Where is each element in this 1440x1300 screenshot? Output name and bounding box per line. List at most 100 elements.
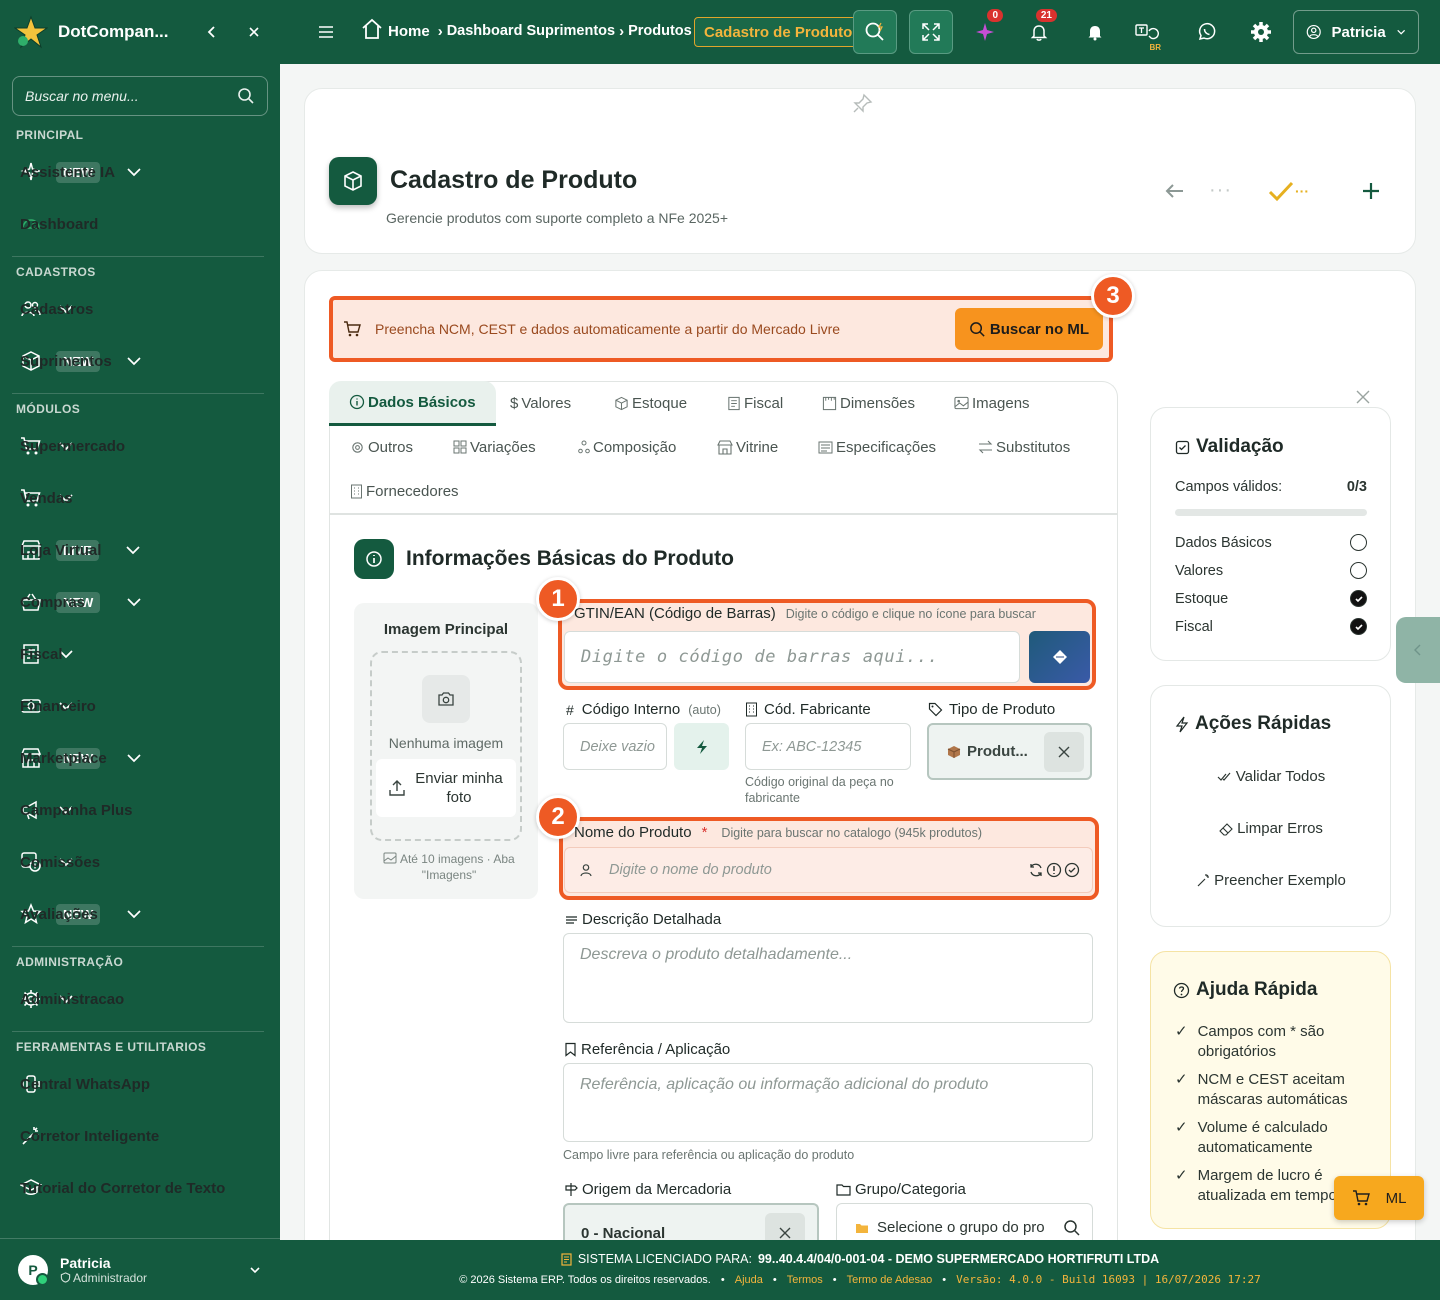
validate-all-button[interactable]: Validar Todos bbox=[1151, 768, 1391, 785]
sidebar-item-compras[interactable]: Compras NEW bbox=[0, 582, 280, 622]
gtin-input[interactable]: Digite o código de barras aqui... bbox=[564, 631, 1020, 683]
global-search-button[interactable] bbox=[853, 10, 897, 54]
side-drawer-toggle[interactable] bbox=[1396, 617, 1440, 683]
breadcrumb-produtos[interactable]: Produtos bbox=[628, 23, 692, 39]
sidebar-item-supermercado[interactable]: Supermercado bbox=[0, 426, 280, 466]
sidebar-item-suprimentos[interactable]: Suprimentos NEW bbox=[0, 341, 280, 381]
adhesion-terms-link[interactable]: Termo de Adesao bbox=[847, 1274, 933, 1286]
refresh-icon[interactable] bbox=[1028, 862, 1044, 878]
nome-input[interactable]: Digite o nome do produto bbox=[564, 847, 1093, 893]
sidebar-item-central-whatsapp[interactable]: Central WhatsApp bbox=[0, 1064, 280, 1104]
close-icon[interactable] bbox=[242, 20, 266, 44]
tab-imagens[interactable]: Imagens bbox=[954, 381, 1030, 425]
tab-substitutos[interactable]: Substitutos bbox=[978, 425, 1070, 469]
receipt-icon bbox=[561, 1252, 572, 1266]
terms-link[interactable]: Termos bbox=[787, 1274, 823, 1286]
origem-value: 0 - Nacional bbox=[581, 1225, 666, 1240]
footer-links: © 2026 Sistema ERP. Todos os direitos re… bbox=[459, 1273, 1261, 1286]
notifications-button[interactable]: 21 bbox=[1023, 9, 1057, 48]
fullscreen-button[interactable] bbox=[909, 10, 953, 54]
divider bbox=[12, 946, 264, 947]
tab-especificacoes[interactable]: Especificações bbox=[818, 425, 936, 469]
sidebar-item-tutorial-do-corretor-de-texto[interactable]: Tutorial do Corretor de Texto bbox=[0, 1168, 280, 1208]
pin-icon[interactable] bbox=[851, 93, 873, 115]
bolt-icon bbox=[696, 739, 707, 754]
tab-outros[interactable]: Outros bbox=[350, 425, 413, 469]
quick-help-title: Ajuda Rápida bbox=[1173, 979, 1317, 1001]
referencia-textarea[interactable]: Referência, aplicação ou informação adic… bbox=[563, 1063, 1093, 1142]
divider bbox=[12, 393, 264, 394]
ml-floating-button[interactable]: ML bbox=[1334, 1176, 1424, 1220]
sidebar-item-avalia-es[interactable]: Avaliações NEW bbox=[0, 894, 280, 934]
sidebar-user[interactable]: P Patricia Administrador bbox=[0, 1238, 280, 1300]
close-panel-icon[interactable] bbox=[1356, 390, 1370, 404]
add-new-button[interactable] bbox=[1359, 179, 1383, 203]
tab-dimensoes[interactable]: Dimensões bbox=[822, 381, 915, 425]
sidebar-item-campanha-plus[interactable]: Campanha Plus bbox=[0, 790, 280, 830]
tab-label: Composição bbox=[593, 438, 677, 456]
tab-valores[interactable]: $ Valores bbox=[510, 381, 571, 425]
collapse-sidebar-icon[interactable] bbox=[200, 20, 224, 44]
sidebar-item-comiss-es[interactable]: Comissões bbox=[0, 842, 280, 882]
grupo-select[interactable]: Selecione o grupo do produto bbox=[836, 1203, 1093, 1240]
fill-example-button[interactable]: Preencher Exemplo bbox=[1151, 872, 1391, 889]
codigo-interno-input[interactable]: Deixe vazio bbox=[563, 723, 667, 770]
tab-variacoes[interactable]: Variações bbox=[453, 425, 536, 469]
sidebar-item-corretor-inteligente[interactable]: Corretor Inteligente bbox=[0, 1116, 280, 1156]
tab-label: Dimensões bbox=[840, 394, 916, 412]
tipo-produto-select[interactable]: Produt... bbox=[927, 723, 1092, 780]
tab-fiscal[interactable]: Fiscal bbox=[727, 381, 783, 425]
menu-icon[interactable] bbox=[316, 22, 336, 42]
ai-count-badge: 0 bbox=[987, 9, 1003, 22]
clear-errors-button[interactable]: Limpar Erros bbox=[1151, 820, 1391, 837]
generate-code-button[interactable] bbox=[674, 723, 729, 770]
user-menu-button[interactable]: Patricia bbox=[1293, 10, 1419, 54]
divider bbox=[1117, 515, 1118, 1300]
sidebar-item-financeiro[interactable]: Financeiro bbox=[0, 686, 280, 726]
search-ml-button[interactable]: Buscar no ML bbox=[955, 308, 1103, 350]
back-icon[interactable] bbox=[1163, 179, 1187, 203]
cod-fabricante-input[interactable]: Ex: ABC-12345 bbox=[745, 723, 911, 770]
product-box-icon bbox=[329, 157, 377, 205]
upload-photo-button[interactable]: Enviar minha foto bbox=[376, 759, 516, 817]
sidebar-item-dashboard[interactable]: Dashboard bbox=[0, 204, 280, 244]
sidebar-item-assistente-ia[interactable]: Assistente IA NEW bbox=[0, 152, 280, 192]
image-hint: Até 10 imagens · Aba "Imagens" bbox=[364, 851, 534, 883]
search-icon[interactable] bbox=[1063, 1219, 1081, 1237]
swap-icon bbox=[978, 440, 993, 454]
language-button[interactable]: BR bbox=[1131, 16, 1163, 52]
barcode-search-button[interactable] bbox=[1029, 631, 1090, 683]
breadcrumb-dashboard[interactable]: Dashboard Suprimentos bbox=[447, 23, 615, 39]
sidebar-search-input[interactable]: Buscar no menu... bbox=[12, 76, 268, 116]
camera-icon bbox=[422, 675, 470, 723]
origem-select[interactable]: 0 - Nacional bbox=[563, 1203, 819, 1240]
tab-fornecedores[interactable]: Fornecedores bbox=[350, 469, 459, 513]
chevron-down-icon[interactable] bbox=[248, 1263, 262, 1277]
save-button[interactable]: ··· bbox=[1267, 179, 1309, 203]
tab-label: Especificações bbox=[836, 438, 937, 456]
image-dropzone[interactable]: Nenhuma imagem Enviar minha foto bbox=[370, 651, 522, 841]
tab-composicao[interactable]: Composição bbox=[578, 425, 676, 469]
sidebar-item-fiscal[interactable]: Fiscal bbox=[0, 634, 280, 674]
sidebar-item-administracao[interactable]: Administracao bbox=[0, 979, 280, 1019]
tab-estoque[interactable]: Estoque bbox=[614, 381, 687, 425]
checkbox-icon bbox=[1175, 440, 1190, 454]
help-link[interactable]: Ajuda bbox=[735, 1274, 763, 1286]
clear-origem-button[interactable] bbox=[765, 1213, 805, 1240]
breadcrumb-home[interactable]: Home bbox=[388, 23, 430, 40]
clear-tipo-button[interactable] bbox=[1044, 731, 1084, 772]
user-role: Administrador bbox=[73, 1270, 148, 1285]
sidebar-item-marketplace[interactable]: Marketplace NEW bbox=[0, 738, 280, 778]
whatsapp-button[interactable] bbox=[1191, 16, 1223, 48]
tab-vitrine[interactable]: Vitrine bbox=[717, 425, 778, 469]
sidebar-item-cadastros[interactable]: Cadastros bbox=[0, 289, 280, 329]
alerts-button[interactable] bbox=[1079, 16, 1111, 48]
sidebar-item-loja-virtual[interactable]: Loja Virtual LIVE bbox=[0, 530, 280, 570]
descricao-textarea[interactable]: Descreva o produto detalhadamente... bbox=[563, 933, 1093, 1023]
settings-button[interactable] bbox=[1245, 16, 1277, 48]
user-icon bbox=[580, 864, 592, 877]
ai-assistant-button[interactable]: 0 bbox=[969, 9, 1003, 48]
sidebar-item-vendas[interactable]: Vendas bbox=[0, 478, 280, 518]
footer: SISTEMA LICENCIADO PARA: 99..40.4.4/04/0… bbox=[280, 1240, 1440, 1300]
tab-dados-basicos[interactable]: Dados Básicos bbox=[329, 381, 496, 426]
